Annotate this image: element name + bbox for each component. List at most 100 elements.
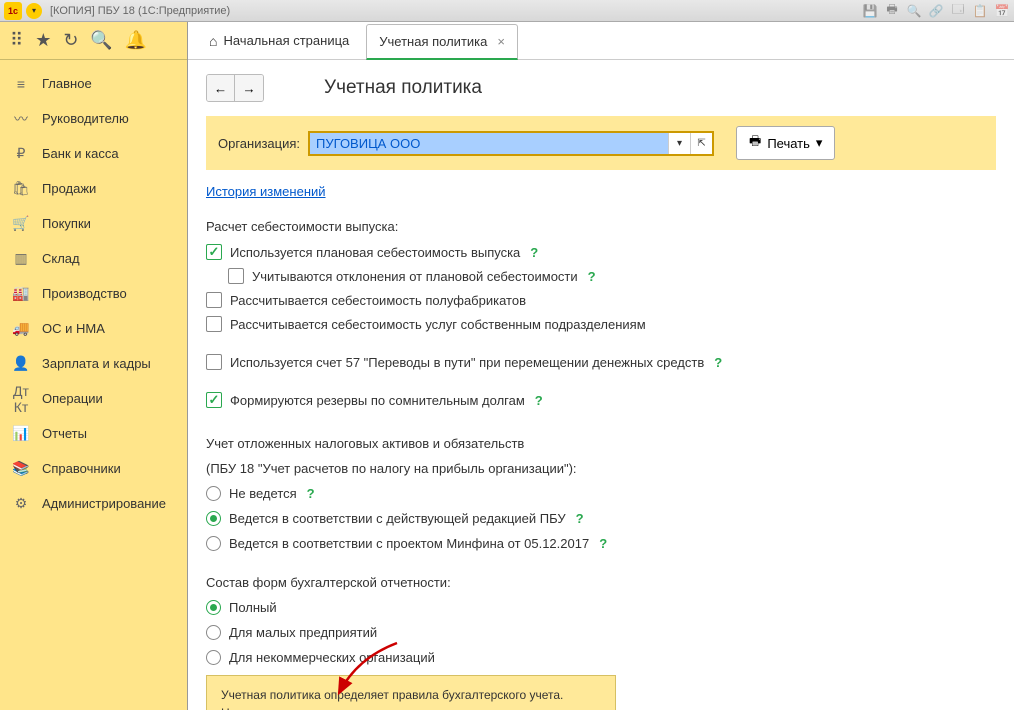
organization-dropdown-button[interactable]: ▾ [668, 133, 690, 154]
app-menu-dropdown[interactable]: ▾ [26, 3, 42, 19]
history-icon[interactable]: ↻ [63, 30, 78, 51]
nav-item[interactable]: ⚙Администрирование [0, 486, 187, 521]
radio[interactable] [206, 511, 221, 526]
page-title: Учетная политика [324, 77, 482, 99]
check-account57[interactable] [206, 354, 222, 370]
nav-label: Отчеты [42, 426, 87, 441]
nav-label: Покупки [42, 216, 91, 231]
nav-item[interactable]: ₽Банк и касса [0, 136, 187, 171]
tab[interactable]: Учетная политика × [366, 24, 518, 60]
share-icon[interactable]: 🔗 [928, 3, 944, 19]
apps-icon[interactable]: ⠿ [10, 30, 23, 51]
nav-label: Производство [42, 286, 127, 301]
organization-input[interactable] [310, 133, 668, 154]
tab-label: Учетная политика [379, 34, 487, 49]
content-area: ⌂Начальная страница Учетная политика × ← →… [188, 22, 1014, 710]
nav-label: Справочники [42, 461, 121, 476]
nav-icon: 📊 [12, 425, 30, 442]
tabs: ⌂Начальная страница Учетная политика × [188, 22, 1014, 60]
nav-item[interactable]: 📚Справочники [0, 451, 187, 486]
nav-icon: 🚚 [12, 320, 30, 337]
radio[interactable] [206, 650, 221, 665]
close-icon[interactable]: × [497, 34, 505, 49]
nav-item[interactable]: 〰Руководителю [0, 101, 187, 136]
radio-row: Для малых предприятий [206, 625, 996, 640]
radio[interactable] [206, 486, 221, 501]
help-icon[interactable]: ? [530, 245, 538, 260]
help-icon[interactable]: ? [576, 511, 584, 526]
nav-icon: ⚙ [12, 495, 30, 512]
nav-label: Операции [42, 391, 103, 406]
window-icon[interactable]: 🗔 [950, 3, 966, 19]
organization-label: Организация: [218, 136, 300, 151]
checkbox[interactable] [206, 316, 222, 332]
nav-item[interactable]: ≡Главное [0, 66, 187, 101]
search-icon[interactable]: 🔍 [906, 3, 922, 19]
page: ← → Учетная политика Организация: ▾ ⇱ 🖶 … [188, 60, 1014, 710]
home-icon: ⌂ [209, 33, 217, 49]
organization-open-button[interactable]: ⇱ [690, 133, 712, 154]
checkbox[interactable]: ✓ [206, 244, 222, 260]
check-reserves[interactable]: ✓ [206, 392, 222, 408]
radio-label: Не ведется [229, 486, 297, 501]
check-reserves-label: Формируются резервы по сомнительным долг… [230, 393, 525, 408]
radio[interactable] [206, 536, 221, 551]
radio-label: Для некоммерческих организаций [229, 650, 435, 665]
nav-label: ОС и НМА [42, 321, 105, 336]
nav-item[interactable]: 🚚 ОС и НМА [0, 311, 187, 346]
nav-item[interactable]: ▥ Склад [0, 241, 187, 276]
star-icon[interactable]: ★ [35, 30, 51, 51]
nav-item[interactable]: 🛍Продажи [0, 171, 187, 206]
tab[interactable]: ⌂Начальная страница [196, 23, 362, 59]
radio-label: Полный [229, 600, 277, 615]
radio-row: Для некоммерческих организаций [206, 650, 996, 665]
calendar-icon[interactable]: 📋 [972, 3, 988, 19]
nav-item[interactable]: 👤Зарплата и кадры [0, 346, 187, 381]
printer-icon: 🖶 [749, 132, 761, 154]
radio-row: Ведется в соответствии с проектом Минфин… [206, 536, 996, 551]
check-label: Рассчитывается себестоимость полуфабрика… [230, 293, 526, 308]
save-icon[interactable]: 💾 [862, 3, 878, 19]
nav-label: Руководителю [42, 111, 129, 126]
history-link[interactable]: История изменений [206, 184, 326, 199]
radio[interactable] [206, 600, 221, 615]
nav-icon: 👤 [12, 355, 30, 372]
check-label: Используется плановая себестоимость выпу… [230, 245, 520, 260]
sidebar-top-toolbar: ⠿ ★ ↻ 🔍 🔔 [0, 22, 187, 60]
nav-buttons: ← → [206, 74, 264, 102]
print-button[interactable]: 🖶 Печать ▾ [736, 126, 835, 160]
radio-row: Не ведется? [206, 486, 996, 501]
titlebar: 1c ▾ [КОПИЯ] ПБУ 18 (1С:Предприятие) 💾 🖶… [0, 0, 1014, 22]
nav-icon: ▥ [12, 250, 30, 267]
calendar31-icon[interactable]: 📅 [994, 3, 1010, 19]
print-icon[interactable]: 🖶 [884, 3, 900, 19]
info-line2: Налоги и взносы настраиваются отдельно. [221, 704, 601, 710]
nav-label: Продажи [42, 181, 96, 196]
bell-icon[interactable]: 🔔 [125, 30, 147, 51]
deferred-title1: Учет отложенных налоговых активов и обяз… [206, 436, 996, 451]
nav-item[interactable]: Дт КтОперации [0, 381, 187, 416]
search-icon[interactable]: 🔍 [90, 30, 112, 51]
check-row: Рассчитывается себестоимость услуг собст… [206, 316, 996, 332]
nav-item[interactable]: 🏭Производство [0, 276, 187, 311]
nav-label: Склад [42, 251, 80, 266]
forward-button[interactable]: → [235, 75, 263, 101]
help-icon[interactable]: ? [307, 486, 315, 501]
nav-item[interactable]: 📊 Отчеты [0, 416, 187, 451]
check-reserves-row: ✓ Формируются резервы по сомнительным до… [206, 392, 996, 408]
help-icon[interactable]: ? [535, 393, 543, 408]
back-button[interactable]: ← [207, 75, 235, 101]
nav-item[interactable]: 🛒 Покупки [0, 206, 187, 241]
help-icon[interactable]: ? [588, 269, 596, 284]
checkbox[interactable] [206, 292, 222, 308]
forms-title: Состав форм бухгалтерской отчетности: [206, 575, 996, 590]
nav-icon: 🛒 [12, 215, 30, 232]
check-label: Рассчитывается себестоимость услуг собст… [230, 317, 646, 332]
check-account57-row: Используется счет 57 "Переводы в пути" п… [206, 354, 996, 370]
help-icon[interactable]: ? [714, 355, 722, 370]
help-icon[interactable]: ? [599, 536, 607, 551]
radio[interactable] [206, 625, 221, 640]
check-account57-label: Используется счет 57 "Переводы в пути" п… [230, 355, 704, 370]
radio-label: Для малых предприятий [229, 625, 377, 640]
checkbox[interactable] [228, 268, 244, 284]
